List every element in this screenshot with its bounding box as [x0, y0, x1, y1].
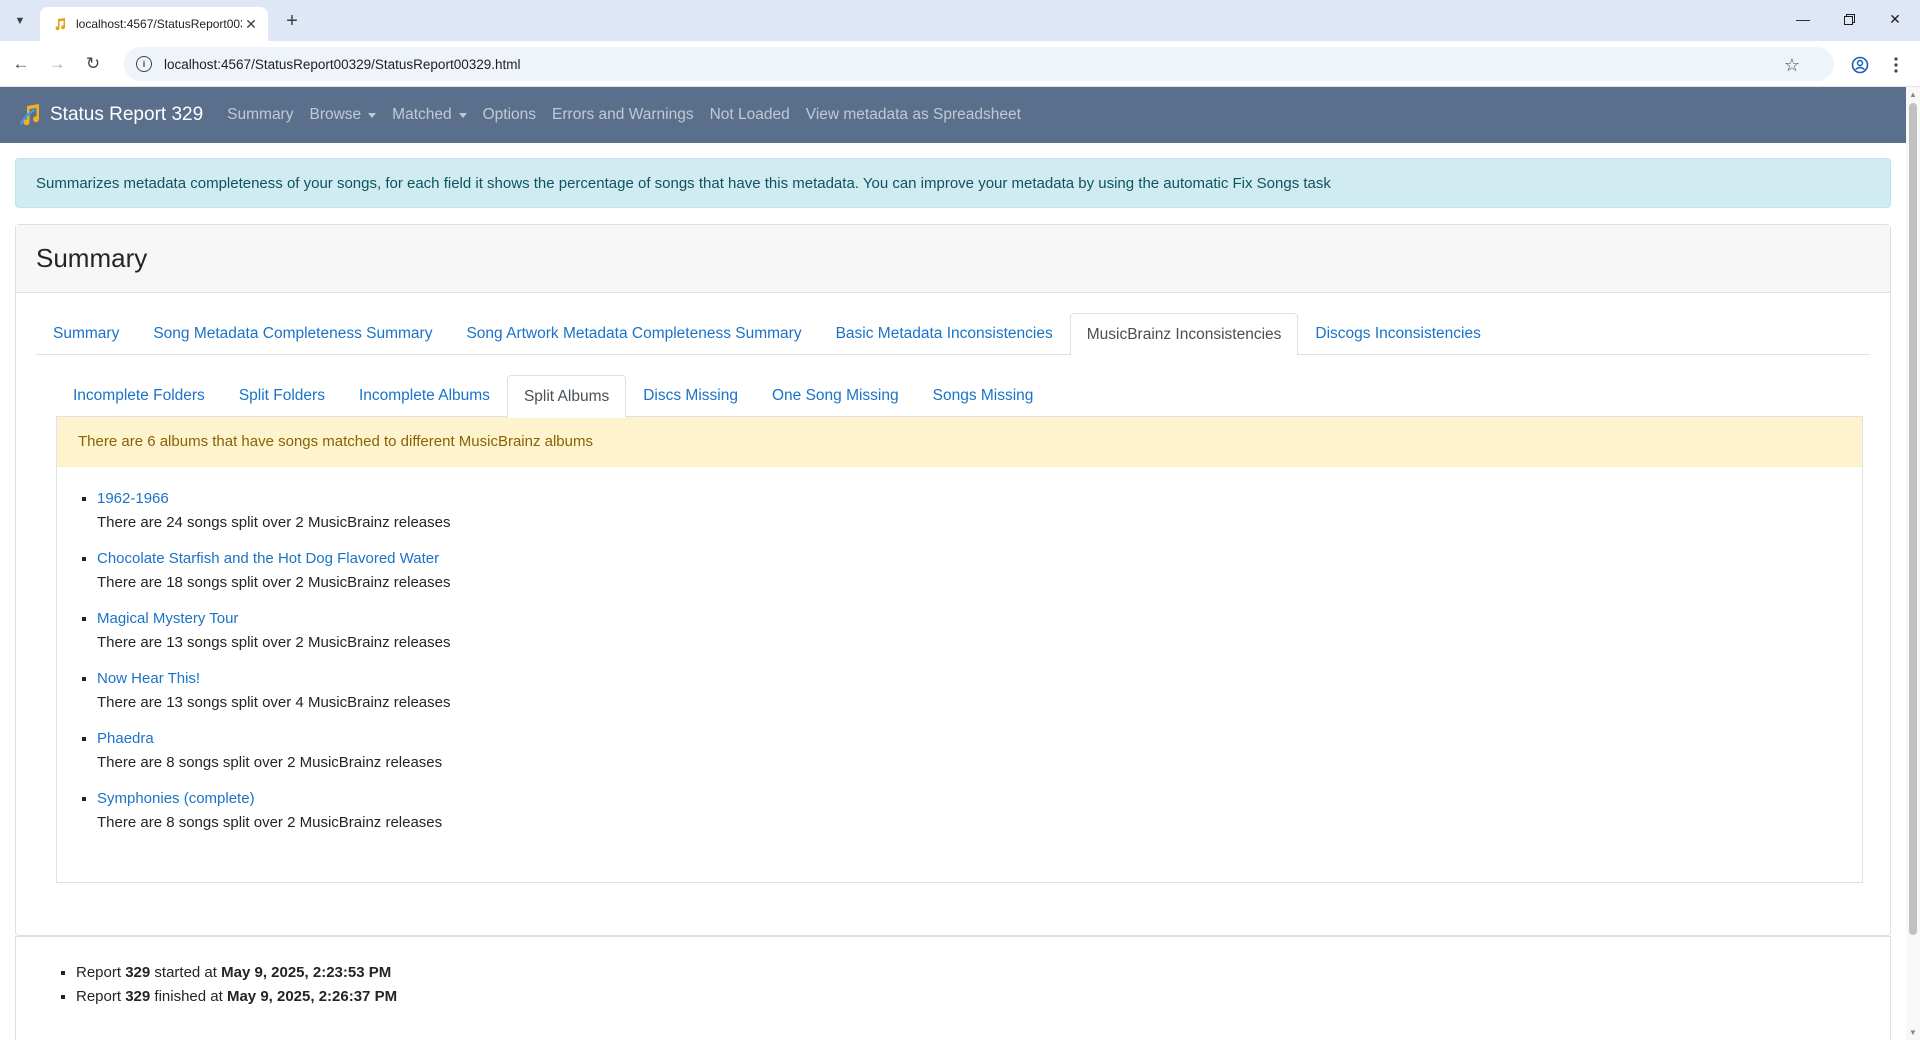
list-item: Magical Mystery Tour There are 13 songs … — [97, 607, 1862, 655]
tab-summary[interactable]: Summary — [36, 313, 136, 355]
tab-musicbrainz-inconsistencies[interactable]: MusicBrainz Inconsistencies — [1069, 313, 1299, 356]
info-alert: Summarizes metadata completeness of your… — [15, 158, 1891, 208]
browser-tab-title: localhost:4567/StatusReport003 — [76, 17, 242, 31]
scrollbar-thumb[interactable] — [1909, 103, 1917, 935]
finished-text: finished at — [154, 988, 223, 1005]
nav-matched-dropdown[interactable]: Matched — [392, 106, 467, 124]
site-info-icon[interactable]: i — [136, 56, 152, 72]
nav-matched-label: Matched — [392, 106, 452, 123]
album-description: There are 24 songs split over 2 MusicBra… — [97, 514, 451, 531]
browser-menu-icon[interactable] — [1884, 53, 1908, 77]
address-url: localhost:4567/StatusReport00329/StatusR… — [164, 56, 521, 72]
main-tabs: Summary Song Metadata Completeness Summa… — [36, 313, 1870, 356]
nav-view-spreadsheet[interactable]: View metadata as Spreadsheet — [806, 106, 1021, 124]
top-navbar: Status Report 329 Summary Browse Matched… — [0, 87, 1906, 143]
navbar-brand[interactable]: Status Report 329 — [18, 102, 203, 128]
minimize-icon[interactable]: — — [1780, 4, 1826, 34]
report-started-item: Report 329 started at May 9, 2025, 2:23:… — [76, 961, 1890, 985]
album-link[interactable]: Now Hear This! — [97, 667, 1862, 691]
split-albums-pane: There are 6 albums that have songs match… — [56, 417, 1863, 883]
album-description: There are 18 songs split over 2 MusicBra… — [97, 574, 451, 591]
nav-errors-warnings[interactable]: Errors and Warnings — [552, 106, 694, 124]
started-at: May 9, 2025, 2:23:53 PM — [221, 964, 392, 981]
browser-tab[interactable]: localhost:4567/StatusReport003 ✕ — [40, 7, 268, 41]
card-title: Summary — [16, 225, 1890, 293]
album-description: There are 8 songs split over 2 MusicBrai… — [97, 814, 443, 831]
card-body: Summary Song Metadata Completeness Summa… — [16, 293, 1890, 883]
caret-down-icon — [368, 112, 377, 118]
forward-arrow-icon[interactable]: → — [44, 51, 70, 77]
nav-not-loaded[interactable]: Not Loaded — [710, 106, 790, 124]
music-note-favicon-icon — [52, 16, 68, 32]
browser-tabstrip: ▼ localhost:4567/StatusReport003 ✕ + — ✕ — [0, 0, 1920, 41]
tab-discogs-inconsistencies[interactable]: Discogs Inconsistencies — [1298, 313, 1497, 355]
new-tab-icon[interactable]: + — [280, 9, 304, 33]
started-text: started at — [154, 964, 217, 981]
subtab-split-albums[interactable]: Split Albums — [506, 375, 627, 418]
caret-down-icon — [458, 112, 467, 118]
bookmark-star-icon[interactable]: ☆ — [1784, 55, 1800, 76]
report-times-list: Report 329 started at May 9, 2025, 2:23:… — [16, 961, 1890, 1009]
page-viewport: Status Report 329 Summary Browse Matched… — [0, 87, 1906, 1040]
tab-song-artwork-completeness[interactable]: Song Artwork Metadata Completeness Summa… — [449, 313, 818, 355]
nav-summary[interactable]: Summary — [227, 106, 293, 124]
subtab-incomplete-albums[interactable]: Incomplete Albums — [342, 375, 507, 417]
nav-options[interactable]: Options — [483, 106, 536, 124]
brand-title: Status Report 329 — [50, 104, 204, 125]
list-item: Symphonies (complete) There are 8 songs … — [97, 787, 1862, 835]
close-window-icon[interactable]: ✕ — [1872, 4, 1918, 34]
list-item: Now Hear This! There are 13 songs split … — [97, 667, 1862, 715]
subtab-discs-missing[interactable]: Discs Missing — [626, 375, 755, 417]
restore-icon[interactable] — [1826, 4, 1872, 34]
subtab-songs-missing[interactable]: Songs Missing — [916, 375, 1051, 417]
tab-search-dropdown-icon[interactable]: ▼ — [8, 9, 32, 33]
album-description: There are 8 songs split over 2 MusicBrai… — [97, 754, 443, 771]
report-finished-item: Report 329 finished at May 9, 2025, 2:26… — [76, 985, 1890, 1009]
list-item: Phaedra There are 8 songs split over 2 M… — [97, 727, 1862, 775]
album-list: 1962-1966 There are 24 songs split over … — [57, 487, 1862, 835]
subtab-one-song-missing[interactable]: One Song Missing — [755, 375, 916, 417]
album-link[interactable]: 1962-1966 — [97, 487, 1862, 511]
tab-close-icon[interactable]: ✕ — [242, 15, 260, 33]
page-scrollbar[interactable]: ▲ ▼ — [1906, 87, 1920, 1040]
report-label: Report — [76, 964, 122, 981]
album-link[interactable]: Phaedra — [97, 727, 1862, 751]
album-link[interactable]: Chocolate Starfish and the Hot Dog Flavo… — [97, 547, 1862, 571]
report-footer: Report 329 started at May 9, 2025, 2:23:… — [15, 936, 1891, 1040]
report-number: 329 — [125, 964, 151, 981]
back-arrow-icon[interactable]: ← — [8, 51, 34, 77]
subtab-incomplete-folders[interactable]: Incomplete Folders — [56, 375, 222, 417]
sub-tabs: Incomplete Folders Split Folders Incompl… — [56, 375, 1863, 418]
nav-browse-dropdown[interactable]: Browse — [309, 106, 377, 124]
scroll-down-icon[interactable]: ▼ — [1909, 1028, 1917, 1037]
scroll-up-icon[interactable]: ▲ — [1909, 90, 1917, 99]
album-description: There are 13 songs split over 4 MusicBra… — [97, 694, 451, 711]
browser-toolbar: ← → ↻ i localhost:4567/StatusReport00329… — [0, 41, 1920, 87]
finished-at: May 9, 2025, 2:26:37 PM — [226, 988, 398, 1005]
list-item: Chocolate Starfish and the Hot Dog Flavo… — [97, 547, 1862, 595]
warning-alert: There are 6 albums that have songs match… — [57, 417, 1862, 467]
brand-logo-icon — [20, 104, 40, 126]
address-bar[interactable]: i localhost:4567/StatusReport00329/Statu… — [124, 47, 1834, 81]
album-link[interactable]: Magical Mystery Tour — [97, 607, 1862, 631]
album-description: There are 13 songs split over 2 MusicBra… — [97, 634, 451, 651]
nav-browse-label: Browse — [309, 106, 362, 123]
report-number: 329 — [125, 988, 151, 1005]
tab-basic-metadata-inconsistencies[interactable]: Basic Metadata Inconsistencies — [819, 313, 1070, 355]
report-label: Report — [76, 988, 122, 1005]
list-item: 1962-1966 There are 24 songs split over … — [97, 487, 1862, 535]
album-link[interactable]: Symphonies (complete) — [97, 787, 1862, 811]
summary-card: Summary Summary Song Metadata Completene… — [15, 224, 1891, 936]
reload-icon[interactable]: ↻ — [80, 51, 106, 77]
tab-song-metadata-completeness[interactable]: Song Metadata Completeness Summary — [136, 313, 449, 355]
profile-icon[interactable] — [1848, 53, 1872, 77]
subtab-split-folders[interactable]: Split Folders — [222, 375, 342, 417]
